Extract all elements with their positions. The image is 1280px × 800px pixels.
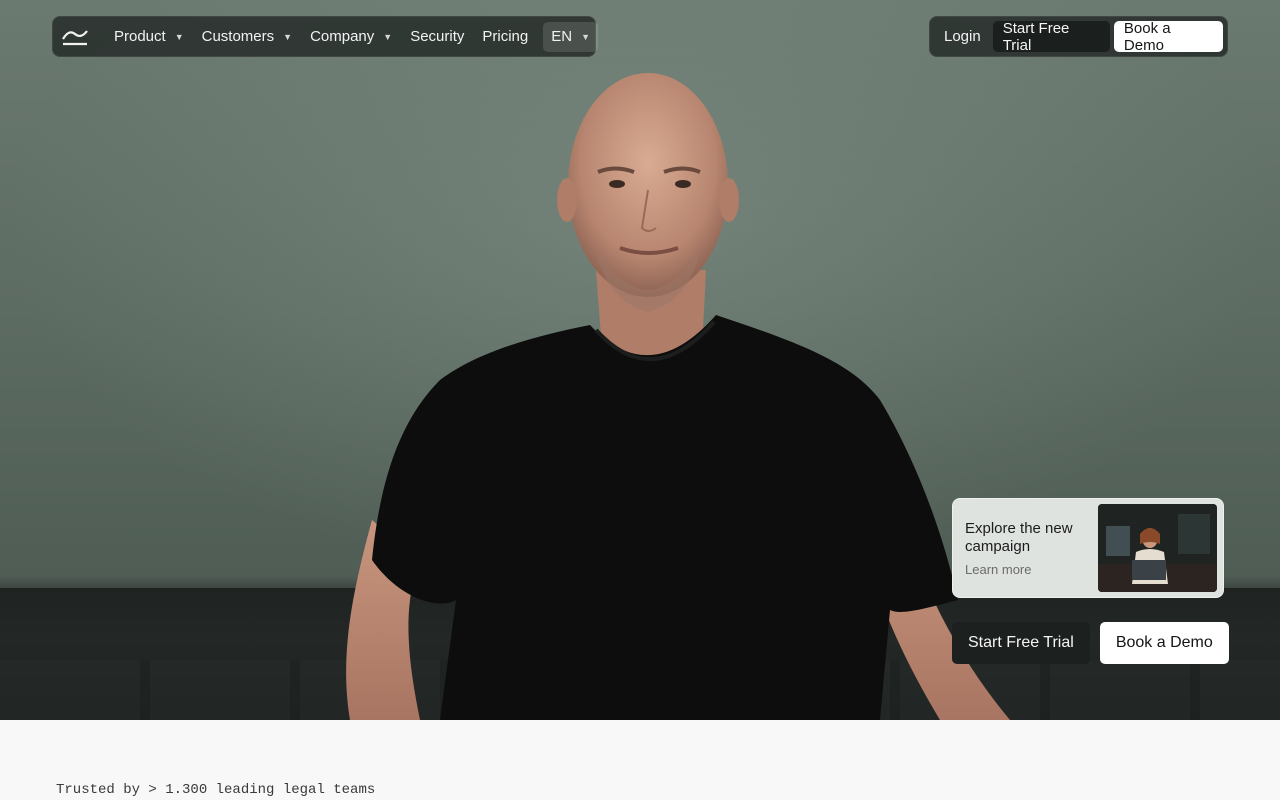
nav-pricing-label: Pricing (482, 28, 529, 45)
language-selector[interactable]: EN ▼ (543, 21, 599, 52)
nav-security-label: Security (410, 28, 465, 45)
trusted-by-text: Trusted by > 1.300 leading legal teams (56, 782, 376, 798)
nav-start-trial-button[interactable]: Start Free Trial (992, 20, 1110, 54)
hero-cta-group: Start Free Trial Book a Demo (952, 622, 1229, 664)
nav-actions: Login Start Free Trial Book a Demo (929, 16, 1228, 57)
nav-product-label: Product (114, 28, 166, 45)
hero-start-trial-button[interactable]: Start Free Trial (952, 622, 1090, 664)
nav-company[interactable]: Company ▼ (301, 22, 401, 52)
hero-person-image (346, 73, 1010, 720)
campaign-card[interactable]: Explore the new campaign Learn more (952, 498, 1224, 598)
campaign-text: Explore the new campaign Learn more (965, 520, 1098, 577)
campaign-thumbnail-image (1098, 504, 1217, 592)
campaign-learn-more-link[interactable]: Learn more (965, 562, 1098, 577)
nav-security[interactable]: Security (401, 22, 473, 52)
campaign-title: Explore the new campaign (965, 519, 1073, 555)
nav-customers[interactable]: Customers ▼ (193, 22, 301, 52)
nav-customers-label: Customers (201, 28, 275, 45)
nav-book-demo-button[interactable]: Book a Demo (1113, 20, 1223, 54)
chevron-down-icon: ▼ (581, 31, 591, 42)
chevron-down-icon: ▼ (174, 31, 184, 42)
chevron-down-icon: ▼ (283, 31, 293, 42)
hero-section (0, 0, 1280, 720)
hero-book-demo-button[interactable]: Book a Demo (1099, 622, 1229, 664)
brand-logo-icon[interactable] (61, 25, 89, 49)
nav-product[interactable]: Product ▼ (105, 22, 193, 52)
nav-pricing[interactable]: Pricing (473, 22, 537, 52)
login-button[interactable]: Login (934, 21, 991, 52)
nav-company-label: Company (310, 28, 375, 45)
main-nav: Product ▼ Customers ▼ Company ▼ Security… (52, 16, 599, 57)
language-label: EN (551, 28, 573, 45)
chevron-down-icon: ▼ (383, 31, 393, 42)
